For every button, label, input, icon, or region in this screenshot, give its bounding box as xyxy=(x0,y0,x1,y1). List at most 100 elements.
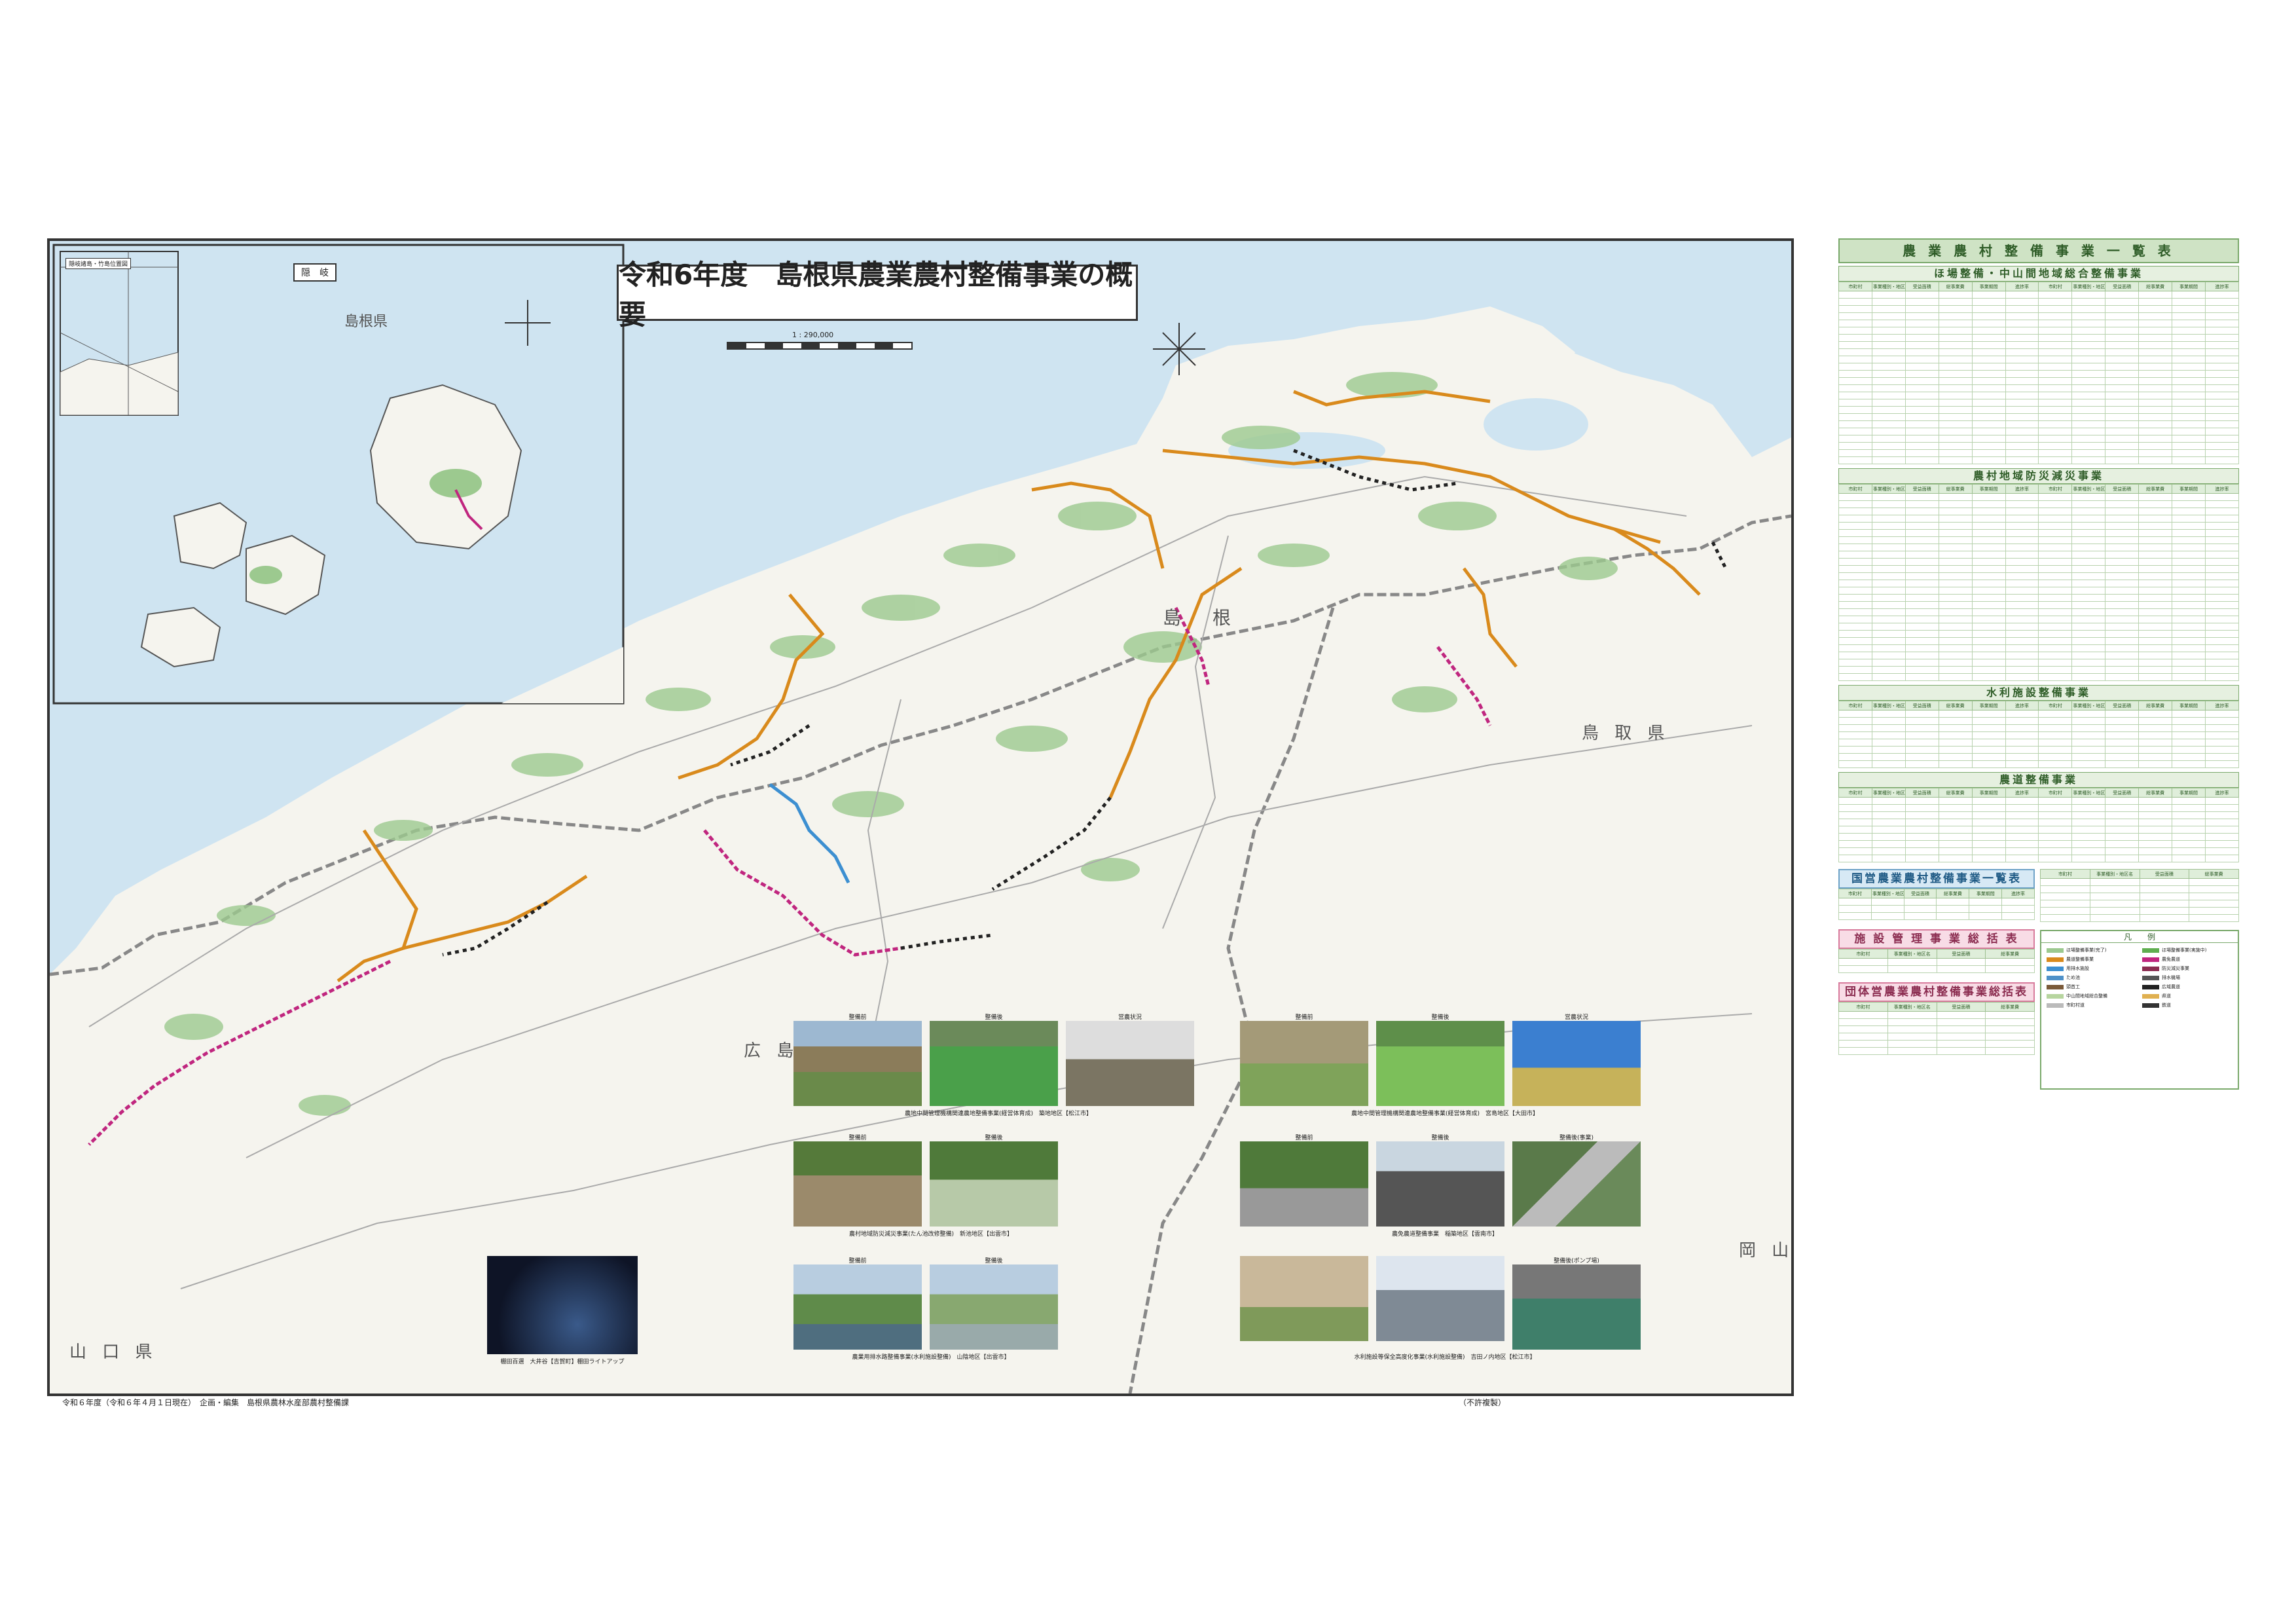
table-cell xyxy=(2071,435,2106,443)
table-row xyxy=(1838,377,2240,385)
table-row xyxy=(1838,413,2240,421)
table-cell xyxy=(2038,384,2073,392)
table-cell xyxy=(1838,965,1888,973)
table-cell xyxy=(2172,320,2206,327)
table-cell xyxy=(2189,900,2239,908)
table-cell xyxy=(1838,826,1872,834)
table-cell xyxy=(1971,551,2006,559)
table-cell xyxy=(2138,392,2173,399)
table-row xyxy=(1838,659,2240,667)
legend-title: 凡 例 xyxy=(2041,931,2238,943)
table-cell xyxy=(2038,659,2073,667)
table-cell xyxy=(2071,529,2106,537)
table-cell xyxy=(2038,536,2073,544)
table-cell xyxy=(1871,594,1906,602)
table-cell xyxy=(2005,601,2039,609)
table-cell xyxy=(2172,312,2206,320)
table-cell xyxy=(2172,753,2206,761)
table-row xyxy=(1838,840,2240,848)
table-row xyxy=(1838,666,2240,674)
table-cell xyxy=(2005,551,2039,559)
table-cell xyxy=(2105,312,2140,320)
table-cell xyxy=(2038,804,2073,812)
table-cell xyxy=(2172,724,2206,732)
table-cell xyxy=(2038,630,2073,638)
legend-item: 県道 xyxy=(2140,991,2235,1001)
table-cell xyxy=(2172,746,2206,754)
table-header-cell: 事業期間 xyxy=(1971,701,2006,710)
table-cell xyxy=(1971,833,2006,841)
table-cell xyxy=(2071,811,2106,819)
legend-swatch xyxy=(2047,948,2064,953)
table-row xyxy=(2040,907,2239,915)
table-cell xyxy=(2105,536,2140,544)
map-title: 令和6年度 島根県農業農村整備事業の概要 xyxy=(617,259,1138,331)
photo-before xyxy=(793,1264,922,1350)
table-cell xyxy=(2138,312,2173,320)
table-row xyxy=(1838,797,2240,805)
table-cell xyxy=(2138,384,2173,392)
table-cell xyxy=(1871,536,1906,544)
table-cell xyxy=(2005,558,2039,566)
table-cell xyxy=(2105,449,2140,457)
table-cell xyxy=(2105,811,2140,819)
table-cell xyxy=(1938,348,1973,356)
table-cell xyxy=(2172,515,2206,523)
table-row xyxy=(1838,760,2240,768)
table-cell xyxy=(2172,558,2206,566)
table-header-cell: 事業期間 xyxy=(1971,788,2006,798)
table-cell xyxy=(1904,348,1939,356)
photo-group-4: 整備前 整備後 整備後(事業) 農免農道整備事業 稲築地区【雲南市】 xyxy=(1240,1133,1650,1238)
table-cell xyxy=(2105,616,2140,623)
table-cell xyxy=(2105,384,2140,392)
table-row xyxy=(1838,449,2240,457)
table-cell xyxy=(1904,399,1939,407)
table-cell xyxy=(2105,847,2140,855)
table-cell xyxy=(2105,587,2140,595)
legend-label: ほ場整備事業(実施中) xyxy=(2162,948,2207,953)
table-cell xyxy=(1871,544,1906,551)
table-cell xyxy=(1971,710,2006,718)
table-cell xyxy=(2071,449,2106,457)
group-projects-title: 団体営農業農村整備事業総括表 xyxy=(1838,982,2035,1002)
table-cell xyxy=(2204,630,2240,638)
table-cell xyxy=(1985,1047,2035,1055)
table-cell xyxy=(2138,717,2173,725)
table-row xyxy=(1838,456,2240,464)
table-cell xyxy=(1936,965,1986,973)
table-cell xyxy=(1871,565,1906,573)
table-row xyxy=(2040,878,2239,886)
table-cell xyxy=(1971,760,2006,768)
table-cell xyxy=(2172,529,2206,537)
table-cell xyxy=(2172,348,2206,356)
table-cell xyxy=(1838,370,1872,378)
table-cell xyxy=(2204,377,2240,385)
table-cell xyxy=(1838,710,1872,718)
table-cell xyxy=(1838,644,1872,652)
table-cell xyxy=(1838,435,1872,443)
table-cell xyxy=(2071,384,2106,392)
table-cell xyxy=(1871,666,1906,674)
table-cell xyxy=(1904,428,1939,435)
table-cell xyxy=(1938,826,1973,834)
table-header-cell: 受益面積 xyxy=(1936,949,1986,959)
photo-card: 整備後 xyxy=(930,1256,1058,1350)
table-cell xyxy=(1936,1025,1986,1033)
table-header-cell: 総事業費 xyxy=(1938,282,1973,291)
table-cell xyxy=(2204,363,2240,371)
table-cell xyxy=(2071,833,2106,841)
photo-night: 棚田百選 大井谷【吉賀町】棚田ライトアップ xyxy=(487,1256,638,1365)
table-cell xyxy=(2038,305,2073,313)
table-cell xyxy=(2105,666,2140,674)
table-cell xyxy=(1838,608,1872,616)
table-cell xyxy=(1938,811,1973,819)
table-cell xyxy=(2138,826,2173,834)
table-farm-roads: 市町村事業種別・地区名受益面積総事業費事業期間進捗率市町村事業種別・地区名受益面… xyxy=(1838,788,2240,862)
table-cell xyxy=(2172,420,2206,428)
table-cell xyxy=(1904,760,1939,768)
table-cell xyxy=(2204,536,2240,544)
inset-title: 隠 岐 xyxy=(293,263,337,282)
photo-card: 整備後 xyxy=(1376,1012,1504,1106)
table-header-cell: 進捗率 xyxy=(2005,484,2039,494)
photo-group-2: 整備前 整備後 営農状況 農地中間管理機構関連農地整備事業(経営体育成) 宮島地… xyxy=(1240,1012,1650,1117)
